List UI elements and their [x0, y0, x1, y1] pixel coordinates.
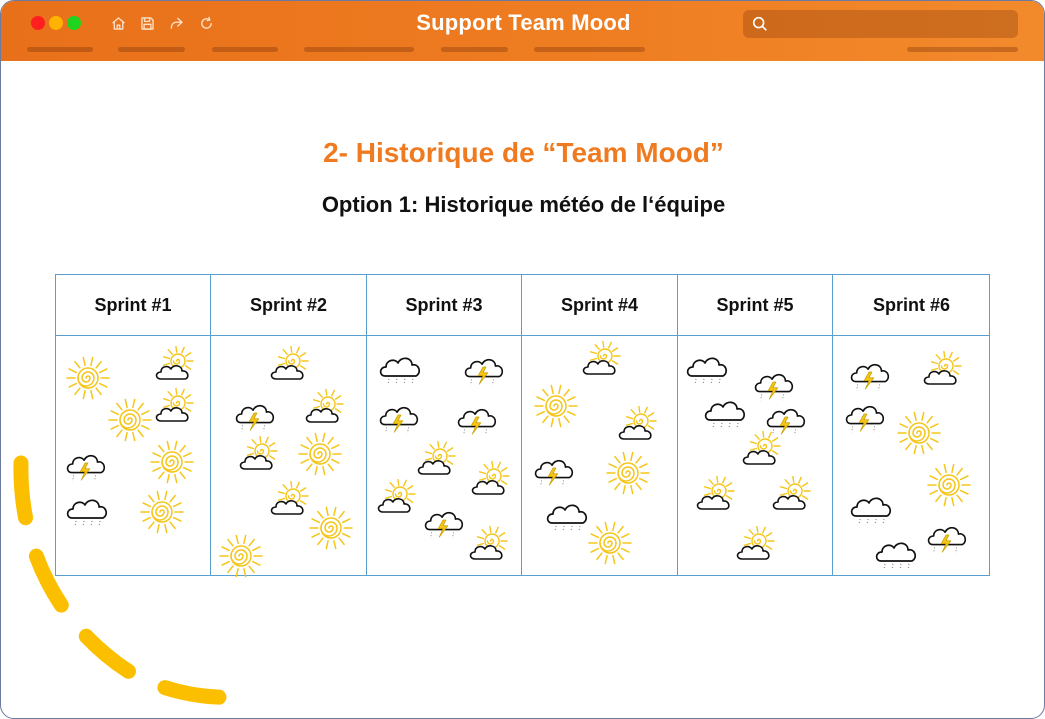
menu-item-placeholder[interactable] [907, 47, 1018, 52]
menu-item-placeholder[interactable] [534, 47, 645, 52]
sprint-header: Sprint #3 [367, 275, 521, 336]
storm-icon [843, 395, 887, 440]
sun-icon [895, 409, 943, 462]
sun-cloud-icon [373, 478, 423, 524]
storm-icon [455, 398, 499, 443]
slide-subtitle: Option 1: Historique météo de l‘équipe [321, 192, 726, 217]
sprint-column: Sprint #6 [833, 275, 990, 575]
sprint-header: Sprint #4 [522, 275, 677, 336]
sun-cloud-icon [578, 340, 628, 386]
sprint-weather-cell [678, 336, 832, 575]
sprint-header: Sprint #2 [211, 275, 366, 336]
sun-cloud-icon [732, 525, 782, 571]
sprint-weather-cell [833, 336, 990, 575]
sun-cloud-icon [151, 387, 201, 433]
decorative-dashed-arc [13, 455, 249, 705]
sprint-column: Sprint #4 [522, 275, 678, 575]
cloud-icon [873, 531, 925, 576]
cloud-icon [702, 390, 754, 435]
sprint-header: Sprint #1 [56, 275, 210, 336]
sun-cloud-icon [692, 475, 742, 521]
menu-item-placeholder[interactable] [441, 47, 508, 52]
storm-icon [377, 396, 421, 441]
sun-cloud-icon [614, 405, 664, 451]
storm-icon [532, 449, 576, 494]
search-bar[interactable] [743, 10, 1018, 38]
storm-icon [422, 501, 466, 546]
storm-icon [462, 348, 506, 393]
sprint-column: Sprint #3 [367, 275, 522, 575]
sprint-header: Sprint #5 [678, 275, 832, 336]
sun-cloud-icon [465, 525, 515, 571]
title-bar: Support Team Mood [1, 1, 1044, 61]
sun-cloud-icon [266, 345, 316, 391]
menu-item-placeholder[interactable] [304, 47, 414, 52]
app-window: Support Team Mood 2- Historique de “Team… [0, 0, 1045, 719]
storm-icon [925, 516, 969, 561]
sun-icon [925, 461, 973, 514]
sun-icon [532, 382, 580, 435]
search-input[interactable] [773, 13, 1008, 35]
sprint-weather-cell [367, 336, 521, 575]
slide-title: 2- Historique de “Team Mood” [323, 137, 724, 168]
sun-cloud-icon [919, 350, 969, 396]
menu-item-placeholder[interactable] [212, 47, 278, 52]
sun-cloud-icon [301, 388, 351, 434]
sun-cloud-icon [151, 345, 201, 391]
sprint-weather-cell [522, 336, 677, 575]
sun-cloud-icon [768, 475, 818, 521]
sun-icon [296, 430, 344, 483]
sun-icon [307, 504, 355, 557]
sun-cloud-icon [738, 430, 788, 476]
sprint-column: Sprint #5 [678, 275, 833, 575]
menu-item-placeholder[interactable] [118, 47, 185, 52]
sun-cloud-icon [467, 460, 517, 506]
cloud-icon [848, 486, 900, 531]
menu-item-placeholder[interactable] [27, 47, 93, 52]
sun-icon [604, 449, 652, 502]
cloud-icon [684, 346, 736, 391]
search-icon [752, 16, 767, 31]
sun-icon [586, 519, 634, 572]
cloud-icon [377, 346, 429, 391]
sprint-header: Sprint #6 [833, 275, 990, 336]
sun-icon [64, 354, 112, 407]
storm-icon [848, 353, 892, 398]
